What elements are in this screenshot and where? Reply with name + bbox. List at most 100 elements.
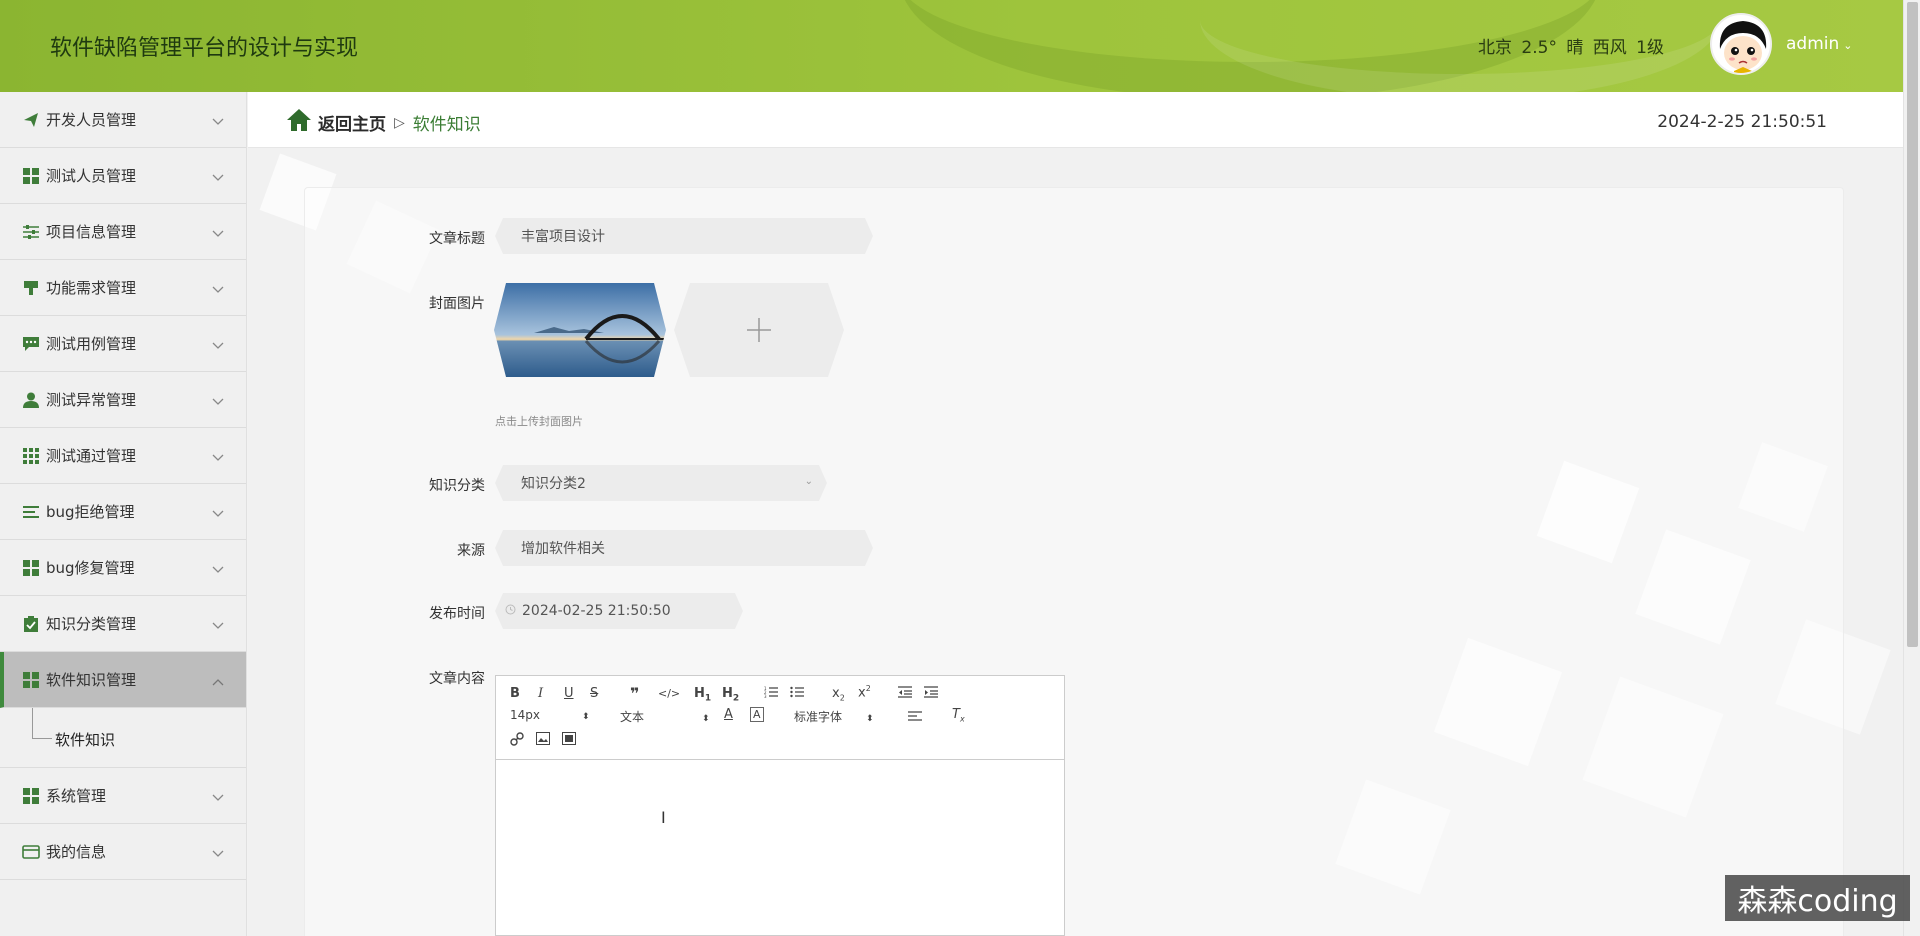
publish-time-label: 发布时间 bbox=[429, 606, 485, 622]
grid-icon bbox=[22, 167, 40, 185]
chevron-down-icon bbox=[212, 168, 224, 186]
sidebar-item-bug-rejected[interactable]: bug拒绝管理 bbox=[0, 484, 246, 540]
outdent-icon[interactable] bbox=[898, 685, 912, 703]
align-icon[interactable] bbox=[908, 710, 922, 726]
image-icon[interactable] bbox=[536, 732, 550, 749]
category-select-value: 知识分类2 bbox=[521, 476, 586, 492]
sidebar-item-label: 软件知识管理 bbox=[46, 671, 137, 689]
sidebar-item-projects[interactable]: 项目信息管理 bbox=[0, 204, 246, 260]
indent-icon[interactable] bbox=[924, 685, 938, 703]
sidebar-subitem-software-knowledge[interactable]: 软件知识 bbox=[55, 729, 115, 750]
breadcrumb-home-link[interactable]: 返回主页 bbox=[318, 110, 386, 135]
breadcrumb: 返回主页 ▷ 软件知识 bbox=[286, 108, 481, 137]
font-family-select[interactable]: 标准字体 ⬍ bbox=[794, 708, 874, 725]
breadcrumb-bar: 返回主页 ▷ 软件知识 2024-2-25 21:50:51 bbox=[248, 92, 1903, 148]
chevron-down-icon bbox=[212, 112, 224, 130]
top-header: 软件缺陷管理平台的设计与实现 北京 2.5° 晴 西风 1级 admin ⌄ bbox=[0, 0, 1903, 92]
font-size-select[interactable]: 14px ⬍ bbox=[510, 708, 590, 722]
chevron-down-icon bbox=[212, 280, 224, 298]
scrollbar-thumb[interactable] bbox=[1907, 2, 1918, 647]
grid-icon bbox=[22, 559, 40, 577]
chevron-down-icon bbox=[212, 392, 224, 410]
sidebar-item-label: 测试异常管理 bbox=[46, 391, 137, 409]
sidebar-item-testers[interactable]: 测试人员管理 bbox=[0, 148, 246, 204]
clear-format-icon[interactable]: Tx bbox=[952, 707, 965, 724]
chevron-down-icon bbox=[212, 448, 224, 466]
breadcrumb-separator: ▷ bbox=[394, 114, 405, 131]
sidebar-item-bug-fixed[interactable]: bug修复管理 bbox=[0, 540, 246, 596]
chevron-updown-icon: ⬍ bbox=[582, 712, 590, 722]
editor-content-area[interactable]: I bbox=[496, 760, 1064, 935]
publish-time-value: 2024-02-25 21:50:50 bbox=[522, 603, 671, 619]
sidebar-item-label: 功能需求管理 bbox=[46, 279, 137, 297]
sidebar-item-label: 开发人员管理 bbox=[46, 111, 137, 129]
background-color-icon[interactable]: A bbox=[750, 707, 764, 722]
cover-upload-button[interactable] bbox=[674, 283, 844, 377]
title-input[interactable]: 丰富项目设计 bbox=[495, 218, 873, 254]
sidebar-item-label: 知识分类管理 bbox=[46, 615, 137, 633]
publish-time-input[interactable]: 2024-02-25 21:50:50 bbox=[495, 593, 743, 629]
chevron-down-icon bbox=[212, 504, 224, 522]
font-family-value: 标准字体 bbox=[794, 710, 843, 724]
sidebar-item-knowledge-categories[interactable]: 知识分类管理 bbox=[0, 596, 246, 652]
breadcrumb-current: 软件知识 bbox=[412, 115, 481, 135]
avatar[interactable] bbox=[1710, 13, 1772, 75]
blockquote-icon[interactable]: ❞ bbox=[630, 684, 639, 703]
sidebar-item-system[interactable]: 系统管理 bbox=[0, 768, 246, 824]
cover-image[interactable] bbox=[494, 283, 666, 377]
grid-icon bbox=[22, 787, 40, 805]
sidebar-item-requirements[interactable]: 功能需求管理 bbox=[0, 260, 246, 316]
sidebar-item-my-info[interactable]: 我的信息 bbox=[0, 824, 246, 880]
username: admin bbox=[1786, 34, 1840, 54]
sidebar-item-test-passed[interactable]: 测试通过管理 bbox=[0, 428, 246, 484]
user-menu[interactable]: admin ⌄ bbox=[1786, 34, 1853, 54]
sidebar-item-label: bug修复管理 bbox=[46, 559, 135, 577]
user-icon bbox=[22, 391, 40, 409]
text-type-select[interactable]: 文本 ⬍ bbox=[620, 708, 710, 725]
sidebar-item-label: 测试通过管理 bbox=[46, 447, 137, 465]
sliders-icon bbox=[22, 223, 40, 241]
video-icon[interactable] bbox=[562, 732, 576, 749]
chevron-down-icon bbox=[212, 560, 224, 578]
bold-icon[interactable]: B bbox=[510, 686, 520, 701]
text-type-value: 文本 bbox=[620, 710, 645, 724]
superscript-icon[interactable]: x2 bbox=[858, 684, 871, 700]
source-input[interactable]: 增加软件相关 bbox=[495, 530, 873, 566]
home-icon[interactable] bbox=[286, 108, 312, 137]
sidebar-item-label: 我的信息 bbox=[46, 843, 107, 861]
clock-icon bbox=[505, 603, 516, 619]
underline-icon[interactable]: U bbox=[564, 686, 574, 701]
heading2-icon[interactable]: H2 bbox=[722, 686, 739, 704]
italic-icon[interactable]: I bbox=[538, 686, 543, 701]
chevron-up-icon bbox=[212, 672, 224, 690]
link-icon[interactable] bbox=[510, 732, 524, 750]
plus-icon bbox=[745, 316, 773, 344]
source-label: 来源 bbox=[457, 543, 485, 559]
sidebar-item-label: 测试用例管理 bbox=[46, 335, 137, 353]
subscript-icon[interactable]: x2 bbox=[832, 686, 845, 703]
chevron-updown-icon: ⬍ bbox=[866, 714, 874, 724]
sidebar-item-test-exceptions[interactable]: 测试异常管理 bbox=[0, 372, 246, 428]
chevron-down-icon: ⌄ bbox=[1843, 39, 1853, 52]
text-cursor-icon: I bbox=[661, 808, 666, 827]
card-icon bbox=[22, 843, 40, 861]
font-color-icon[interactable]: A bbox=[724, 707, 733, 722]
sidebar-item-label: 项目信息管理 bbox=[46, 223, 137, 241]
app-title: 软件缺陷管理平台的设计与实现 bbox=[50, 36, 359, 61]
page-scrollbar[interactable] bbox=[1903, 0, 1920, 936]
heading1-icon[interactable]: H1 bbox=[694, 686, 711, 704]
sidebar-item-software-knowledge[interactable]: 软件知识管理 bbox=[0, 652, 246, 708]
code-icon[interactable]: </> bbox=[658, 687, 680, 700]
chevron-down-icon bbox=[212, 336, 224, 354]
chevron-down-icon bbox=[212, 788, 224, 806]
bullet-list-icon[interactable] bbox=[790, 685, 804, 703]
avatar-face-icon bbox=[1719, 21, 1767, 73]
strikethrough-icon[interactable]: S bbox=[590, 686, 598, 701]
rich-text-editor: B I U S ❞ </> H1 H2 123 x2 x2 14px ⬍ 文本 ⬍ … bbox=[495, 675, 1065, 936]
list-icon bbox=[22, 503, 40, 521]
chevron-down-icon bbox=[212, 844, 224, 862]
ordered-list-icon[interactable]: 123 bbox=[764, 685, 778, 703]
sidebar-item-developers[interactable]: 开发人员管理 bbox=[0, 92, 246, 148]
category-select[interactable]: 知识分类2 ⌄ bbox=[495, 465, 827, 501]
sidebar-item-test-cases[interactable]: 测试用例管理 bbox=[0, 316, 246, 372]
